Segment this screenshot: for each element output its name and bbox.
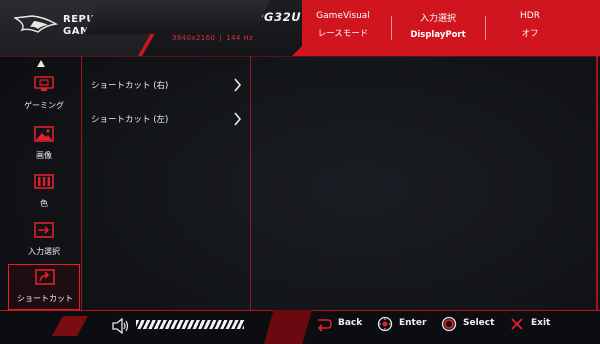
model-spec: 3840x2160 | 144 Hz — [172, 34, 253, 42]
sidebar-item-image[interactable]: 画像 — [8, 122, 80, 168]
select-label: Select — [463, 318, 495, 328]
menu-item-label: ショートカット (右) — [91, 81, 169, 91]
status-label: HDR — [520, 11, 540, 21]
exit-label: Exit — [531, 318, 551, 328]
frame-line — [0, 56, 600, 57]
select-circle-icon — [441, 316, 457, 332]
chevron-right-icon — [234, 112, 242, 126]
sidebar-item-label: 画像 — [36, 151, 52, 160]
menu-item-shortcut-right[interactable]: ショートカット (右) — [91, 78, 243, 94]
back-label: Back — [338, 318, 363, 328]
column-divider — [250, 56, 251, 310]
status-divider — [485, 16, 486, 40]
refresh-rate-value: 144 Hz — [226, 34, 254, 42]
enter-label: Enter — [399, 318, 427, 328]
speaker-icon — [112, 318, 129, 334]
spec-divider: | — [219, 34, 223, 42]
sidebar-item-color[interactable]: 色 — [8, 170, 80, 216]
status-divider — [391, 16, 392, 40]
sidebar-item-input-select[interactable]: 入力選択 — [8, 218, 80, 264]
resolution-value: 3840x2160 — [172, 34, 216, 42]
image-icon — [34, 126, 54, 142]
sidebar-edge — [81, 56, 82, 310]
back-arrow-icon — [317, 319, 332, 332]
status-value: DisplayPort — [410, 30, 466, 40]
chevron-right-icon — [234, 78, 242, 92]
status-input: 入力選択 DisplayPort — [403, 11, 473, 40]
status-value: オフ — [521, 29, 539, 39]
status-label: 入力選択 — [419, 14, 456, 24]
scroll-up-arrow-icon[interactable] — [37, 60, 45, 67]
joystick-icon — [377, 316, 393, 332]
sidebar-item-shortcut[interactable]: ショートカット — [8, 264, 80, 310]
volume-level-bar[interactable] — [136, 320, 244, 329]
sidebar: ゲーミング 画像 色 入力選択 ショートカット — [0, 56, 81, 319]
status-hdr: HDR オフ — [495, 11, 565, 39]
status-label: GameVisual — [316, 11, 370, 21]
menu-item-shortcut-left[interactable]: ショートカット (左) — [91, 112, 243, 128]
sidebar-item-label: 入力選択 — [28, 247, 60, 256]
menu-item-label: ショートカット (左) — [91, 115, 169, 125]
shortcut-icon — [35, 269, 55, 285]
sidebar-item-label: ゲーミング — [24, 101, 64, 110]
rog-eye-icon — [14, 15, 58, 33]
sidebar-item-label: 色 — [40, 199, 48, 208]
sidebar-item-gaming[interactable]: ゲーミング — [8, 72, 80, 118]
volume-panel — [84, 0, 270, 34]
gamepad-icon — [34, 76, 54, 91]
sidebar-item-label: ショートカット — [17, 294, 73, 303]
monitor-osd: REPUBLIC OF GAMERS ROG SWIFT PG32U 3840x… — [0, 0, 600, 344]
status-value: レースモード — [317, 29, 369, 39]
frame-right-edge — [596, 56, 598, 310]
status-gamevisual: GameVisual レースモード — [308, 11, 378, 39]
color-bars-icon — [34, 174, 54, 189]
input-select-icon — [34, 222, 54, 238]
close-icon — [511, 318, 523, 330]
